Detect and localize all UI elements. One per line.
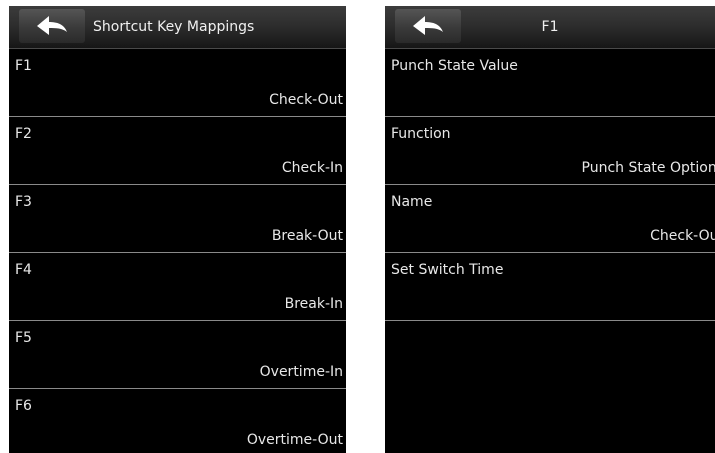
item-label: F3 — [15, 194, 32, 210]
item-value: Check-Out — [269, 92, 343, 108]
back-button[interactable] — [19, 9, 85, 43]
item-label: F5 — [15, 330, 32, 346]
item-label: Function — [391, 126, 451, 142]
header-bar: F1 — [385, 6, 715, 49]
item-label: F6 — [15, 398, 32, 414]
header-bar: Shortcut Key Mappings — [9, 6, 346, 49]
item-label: Punch State Value — [391, 58, 518, 74]
item-value: Overtime-In — [259, 364, 343, 380]
list-item-function[interactable]: Function Punch State Options — [385, 117, 715, 185]
list-item-name[interactable]: Name Check-Out — [385, 185, 715, 253]
item-value: Break-Out — [271, 228, 343, 244]
item-label: F1 — [15, 58, 32, 74]
item-label: F2 — [15, 126, 32, 142]
item-label: Name — [391, 194, 433, 210]
item-value: Overtime-Out — [246, 432, 343, 448]
list-item-f3[interactable]: F3 Break-Out — [9, 185, 346, 253]
list-item-f6[interactable]: F6 Overtime-Out — [9, 389, 346, 453]
shortcut-list: F1 Check-Out F2 Check-In F3 Break-Out F4… — [9, 49, 346, 453]
shortcut-key-mappings-screen: Shortcut Key Mappings F1 Check-Out F2 Ch… — [9, 6, 346, 453]
item-value: Punch State Options — [581, 160, 715, 176]
item-label: Set Switch Time — [391, 262, 504, 278]
list-item-f2[interactable]: F2 Check-In — [9, 117, 346, 185]
list-item-set-switch-time[interactable]: Set Switch Time — [385, 253, 715, 321]
f1-detail-screen: F1 Punch State Value 0 Function Punch St… — [385, 6, 715, 453]
list-item-f5[interactable]: F5 Overtime-In — [9, 321, 346, 389]
item-value: Check-In — [281, 160, 343, 176]
page-title: F1 — [541, 19, 559, 35]
list-item-f4[interactable]: F4 Break-In — [9, 253, 346, 321]
settings-list: Punch State Value 0 Function Punch State… — [385, 49, 715, 321]
list-item-punch-state-value[interactable]: Punch State Value 0 — [385, 49, 715, 117]
list-item-f1[interactable]: F1 Check-Out — [9, 49, 346, 117]
item-value: Check-Out — [650, 228, 715, 244]
item-label: F4 — [15, 262, 32, 278]
page-title: Shortcut Key Mappings — [93, 19, 255, 35]
item-value: Break-In — [284, 296, 343, 312]
back-arrow-icon — [37, 16, 67, 35]
